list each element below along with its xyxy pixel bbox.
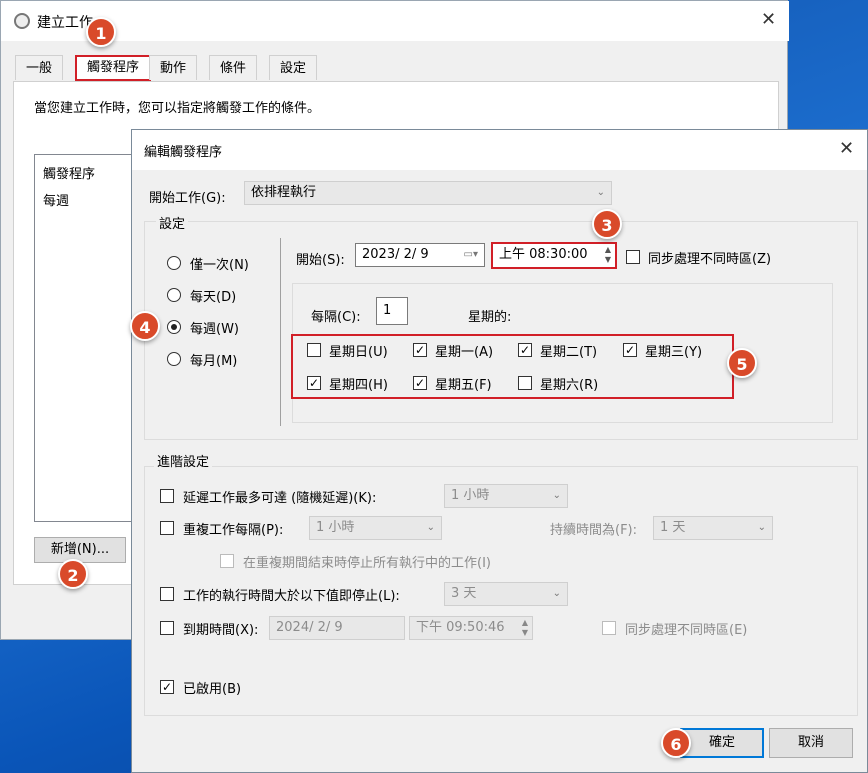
expire-sync-checkbox[interactable] bbox=[602, 621, 616, 635]
new-trigger-button[interactable]: 新增(N)... bbox=[34, 537, 126, 563]
callout-badge-1: 1 bbox=[86, 17, 116, 47]
callout-badge-5: 5 bbox=[727, 348, 757, 378]
title-bar: 建立工作 ✕ bbox=[1, 1, 789, 41]
tuesday-label: 星期二(T) bbox=[540, 345, 598, 360]
delay-checkbox[interactable] bbox=[160, 489, 174, 503]
callout-badge-4: 4 bbox=[130, 311, 160, 341]
list-header: 觸發程序 bbox=[43, 167, 96, 182]
expire-sync-label: 同步處理不同時區(E) bbox=[625, 623, 748, 638]
enabled-label: 已啟用(B) bbox=[183, 682, 242, 697]
chevron-down-icon: ⌄ bbox=[552, 490, 561, 501]
tab-triggers[interactable]: 觸發程序 bbox=[75, 55, 152, 81]
expire-date-value: 2024/ 2/ 9 bbox=[276, 620, 343, 635]
duration-value: 1 天 bbox=[660, 520, 686, 535]
chevron-down-icon: ⌄ bbox=[426, 522, 435, 533]
expire-label: 到期時間(X): bbox=[183, 623, 259, 638]
advanced-group-label: 進階設定 bbox=[154, 451, 213, 470]
dialog-title-bar: 編輯觸發程序 ✕ bbox=[132, 130, 867, 170]
radio-daily[interactable] bbox=[167, 288, 181, 302]
spin-arrows-icon[interactable]: ▲ ▼ bbox=[522, 618, 528, 638]
thursday-checkbox[interactable]: ✓ bbox=[307, 376, 321, 390]
repeat-select[interactable]: 1 小時 ⌄ bbox=[309, 516, 442, 540]
weekday-label: 星期的: bbox=[468, 310, 512, 325]
stop-running-checkbox[interactable] bbox=[220, 554, 234, 568]
chevron-down-icon: ⌄ bbox=[757, 522, 766, 533]
expire-time-value: 下午 09:50:46 bbox=[416, 620, 505, 635]
tuesday-checkbox[interactable]: ✓ bbox=[518, 343, 532, 357]
radio-weekly[interactable] bbox=[167, 320, 181, 334]
expire-date-picker[interactable]: 2024/ 2/ 9 bbox=[269, 616, 405, 640]
start-date-picker[interactable]: 2023/ 2/ 9 ▭▾ bbox=[355, 243, 485, 267]
stop-longer-checkbox[interactable] bbox=[160, 587, 174, 601]
tab-settings[interactable]: 設定 bbox=[269, 55, 318, 80]
friday-checkbox[interactable]: ✓ bbox=[413, 376, 427, 390]
start-task-label: 開始工作(G): bbox=[149, 191, 226, 206]
saturday-checkbox[interactable] bbox=[518, 376, 532, 390]
start-task-value: 依排程執行 bbox=[251, 185, 317, 200]
callout-badge-2: 2 bbox=[58, 559, 88, 589]
wednesday-label: 星期三(Y) bbox=[645, 345, 703, 360]
description-text: 當您建立工作時，您可以指定將觸發工作的條件。 bbox=[34, 101, 321, 116]
tab-conditions[interactable]: 條件 bbox=[209, 55, 258, 80]
repeat-checkbox[interactable] bbox=[160, 521, 174, 535]
repeat-label: 重複工作每隔(P): bbox=[183, 523, 284, 538]
callout-badge-3: 3 bbox=[592, 209, 622, 239]
delay-value: 1 小時 bbox=[451, 488, 490, 503]
expire-checkbox[interactable] bbox=[160, 621, 174, 635]
sunday-checkbox[interactable] bbox=[307, 343, 321, 357]
every-label: 每隔(C): bbox=[311, 310, 361, 325]
duration-select[interactable]: 1 天 ⌄ bbox=[653, 516, 773, 540]
close-icon[interactable]: ✕ bbox=[839, 138, 854, 159]
saturday-label: 星期六(R) bbox=[540, 378, 599, 393]
close-icon[interactable]: ✕ bbox=[761, 9, 776, 30]
start-label: 開始(S): bbox=[296, 253, 345, 268]
chevron-down-icon: ⌄ bbox=[552, 588, 561, 599]
delay-label: 延遲工作最多可達 (隨機延遲)(K): bbox=[183, 491, 377, 506]
thursday-label: 星期四(H) bbox=[329, 378, 388, 393]
vertical-divider bbox=[280, 238, 281, 426]
start-time-value: 上午 08:30:00 bbox=[499, 247, 588, 262]
delay-select[interactable]: 1 小時 ⌄ bbox=[444, 484, 568, 508]
stop-running-label: 在重複期間結束時停止所有執行中的工作(I) bbox=[243, 556, 491, 571]
stop-longer-value: 3 天 bbox=[451, 586, 477, 601]
stop-longer-label: 工作的執行時間大於以下值即停止(L): bbox=[183, 589, 400, 604]
settings-group-label: 設定 bbox=[156, 213, 189, 232]
dialog-title: 編輯觸發程序 bbox=[144, 145, 223, 160]
tab-actions[interactable]: 動作 bbox=[149, 55, 198, 80]
expire-time-picker[interactable]: 下午 09:50:46 ▲ ▼ bbox=[409, 616, 533, 640]
stop-longer-select[interactable]: 3 天 ⌄ bbox=[444, 582, 568, 606]
wednesday-checkbox[interactable]: ✓ bbox=[623, 343, 637, 357]
start-date-value: 2023/ 2/ 9 bbox=[362, 247, 429, 262]
start-task-select[interactable]: 依排程執行 ⌄ bbox=[244, 181, 612, 205]
start-time-picker[interactable]: 上午 08:30:00 ▲ ▼ bbox=[491, 242, 617, 269]
ok-button[interactable]: 確定 bbox=[680, 728, 764, 758]
sunday-label: 星期日(U) bbox=[329, 345, 388, 360]
chevron-down-icon: ⌄ bbox=[596, 187, 605, 198]
clock-icon bbox=[14, 13, 30, 29]
callout-badge-6: 6 bbox=[661, 728, 691, 758]
repeat-value: 1 小時 bbox=[316, 520, 355, 535]
enabled-checkbox[interactable]: ✓ bbox=[160, 680, 174, 694]
calendar-icon[interactable]: ▭▾ bbox=[464, 244, 478, 266]
tab-general[interactable]: 一般 bbox=[15, 55, 64, 80]
radio-once-label: 僅一次(N) bbox=[190, 258, 249, 273]
edit-trigger-dialog: 編輯觸發程序 ✕ 開始工作(G): 依排程執行 ⌄ 設定 僅一次(N) 每天(D… bbox=[131, 129, 868, 773]
radio-weekly-label: 每週(W) bbox=[190, 322, 239, 337]
friday-label: 星期五(F) bbox=[435, 378, 492, 393]
sync-timezone-label: 同步處理不同時區(Z) bbox=[648, 252, 772, 267]
window-title: 建立工作 bbox=[37, 15, 93, 31]
duration-label: 持續時間為(F): bbox=[550, 523, 638, 538]
list-item[interactable]: 每週 bbox=[43, 190, 69, 209]
monday-label: 星期一(A) bbox=[435, 345, 494, 360]
sync-timezone-checkbox[interactable] bbox=[626, 250, 640, 264]
cancel-button[interactable]: 取消 bbox=[769, 728, 853, 758]
spin-arrows-icon[interactable]: ▲ ▼ bbox=[605, 245, 611, 265]
radio-once[interactable] bbox=[167, 256, 181, 270]
monday-checkbox[interactable]: ✓ bbox=[413, 343, 427, 357]
radio-monthly[interactable] bbox=[167, 352, 181, 366]
radio-daily-label: 每天(D) bbox=[190, 290, 237, 305]
every-input[interactable]: 1 bbox=[376, 297, 408, 325]
radio-monthly-label: 每月(M) bbox=[190, 354, 238, 369]
